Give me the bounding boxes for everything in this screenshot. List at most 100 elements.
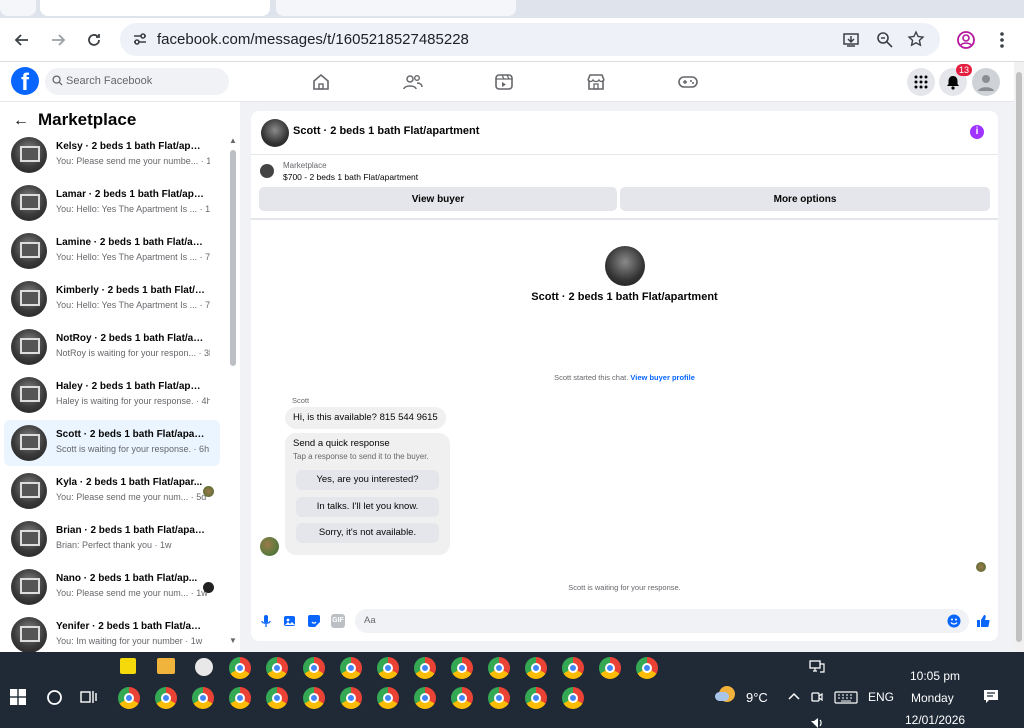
scroll-up-arrow-icon[interactable]: ▲ [229, 136, 237, 145]
conversation-item[interactable]: Kelsy · 2 beds 1 bath Flat/apart... You:… [4, 132, 220, 178]
chrome-icon[interactable] [488, 657, 510, 679]
chrome-icon[interactable] [229, 687, 251, 709]
emoji-icon[interactable] [947, 614, 961, 628]
sidebar-scroll-thumb[interactable] [230, 150, 236, 366]
chrome-icon[interactable] [451, 687, 473, 709]
conversation-item[interactable]: Haley · 2 beds 1 bath Flat/apart... Hale… [4, 372, 220, 418]
marketplace-icon[interactable] [585, 71, 607, 93]
listing-thumbnail[interactable] [260, 164, 274, 178]
page-scroll-thumb[interactable] [1016, 72, 1022, 642]
conversation-item[interactable]: Lamar · 2 beds 1 bath Flat/apart... You:… [4, 180, 220, 226]
quick-response-button[interactable]: In talks. I'll let you know. [296, 497, 439, 517]
conversation-item[interactable]: Brian · 2 beds 1 bath Flat/apart... Bria… [4, 516, 220, 562]
chrome-icon[interactable] [414, 687, 436, 709]
chrome-icon[interactable] [340, 657, 362, 679]
chat-title[interactable]: Scott · 2 beds 1 bath Flat/apartment [293, 125, 479, 137]
zoom-icon[interactable] [876, 31, 894, 49]
windows-start-icon[interactable] [10, 689, 26, 705]
chrome-icon[interactable] [377, 657, 399, 679]
buyer-avatar[interactable] [605, 246, 645, 286]
chrome-icon[interactable] [562, 687, 584, 709]
scroll-down-arrow-icon[interactable]: ▼ [229, 636, 237, 645]
bookmark-star-icon[interactable] [907, 30, 925, 48]
microphone-icon[interactable] [259, 614, 273, 628]
chevron-up-icon[interactable] [788, 692, 800, 700]
weather-moon-icon[interactable] [715, 686, 737, 706]
chrome-icon[interactable] [303, 687, 325, 709]
message-bubble[interactable]: Hi, is this available? 815 544 9615 [285, 407, 446, 429]
more-options-button[interactable]: More options [620, 187, 990, 211]
chrome-icon[interactable] [451, 657, 473, 679]
back-button[interactable] [10, 28, 34, 52]
gaming-icon[interactable] [677, 71, 699, 93]
chrome-icon[interactable] [192, 687, 214, 709]
network-icon[interactable] [809, 660, 825, 674]
sidebar-scrollbar[interactable]: ▲ ▼ [228, 136, 238, 648]
view-buyer-button[interactable]: View buyer [259, 187, 617, 211]
chrome-icon[interactable] [525, 657, 547, 679]
tab-inactive[interactable] [276, 0, 516, 16]
facebook-logo-icon[interactable]: f [11, 67, 39, 96]
language-indicator[interactable]: ENG [868, 690, 894, 704]
gif-icon[interactable]: GIF [331, 614, 345, 628]
chrome-icon[interactable] [266, 657, 288, 679]
chrome-icon[interactable] [488, 687, 510, 709]
task-view-icon[interactable] [80, 689, 98, 705]
chrome-icon[interactable] [599, 657, 621, 679]
chrome-icon[interactable] [340, 687, 362, 709]
site-settings-icon[interactable] [130, 29, 150, 49]
menu-grid-button[interactable] [907, 68, 935, 96]
chrome-icon[interactable] [155, 687, 177, 709]
conversation-item[interactable]: Kyla · 2 beds 1 bath Flat/apar... You: P… [4, 468, 220, 514]
quick-response-button[interactable]: Sorry, it's not available. [296, 523, 439, 543]
notification-center-icon[interactable] [983, 689, 999, 705]
photo-icon[interactable] [283, 614, 297, 628]
browser-menu-button[interactable] [990, 28, 1014, 52]
friends-icon[interactable] [402, 71, 424, 93]
conversation-item-selected[interactable]: Scott · 2 beds 1 bath Flat/apart... Scot… [4, 420, 220, 466]
conversation-item[interactable]: Yenifer · 2 beds 1 bath Flat/apa... You:… [4, 612, 220, 652]
message-input[interactable]: Aa [355, 609, 969, 633]
chrome-icon[interactable] [377, 687, 399, 709]
conversation-item[interactable]: Nano · 2 beds 1 bath Flat/ap... You: Ple… [4, 564, 220, 610]
forward-button[interactable] [46, 28, 70, 52]
paint-icon[interactable] [195, 658, 213, 676]
conversation-item[interactable]: Kimberly · 2 beds 1 bath Flat/a... You: … [4, 276, 220, 322]
conversation-item[interactable]: Lamine · 2 beds 1 bath Flat/apa... You: … [4, 228, 220, 274]
profile-button[interactable] [954, 28, 978, 52]
tab-partial[interactable] [0, 0, 36, 16]
sticky-notes-icon[interactable] [120, 658, 136, 674]
chrome-icon[interactable] [636, 657, 658, 679]
sticker-icon[interactable] [307, 614, 321, 628]
back-arrow-icon[interactable]: ← [13, 112, 29, 130]
install-app-icon[interactable] [842, 31, 860, 49]
quick-response-button[interactable]: Yes, are you interested? [296, 470, 439, 490]
chrome-icon[interactable] [414, 657, 436, 679]
home-icon[interactable] [310, 71, 332, 93]
chrome-icon[interactable] [562, 657, 584, 679]
speaker-icon[interactable] [810, 718, 824, 728]
weather-temperature[interactable]: 9°C [746, 690, 768, 705]
search-circle-icon[interactable] [46, 689, 63, 706]
listing-price[interactable]: $700 - 2 beds 1 bath Flat/apartment [283, 172, 418, 182]
info-icon[interactable]: i [970, 125, 984, 139]
meet-now-icon[interactable] [810, 689, 824, 705]
chrome-icon[interactable] [266, 687, 288, 709]
reload-button[interactable] [82, 28, 106, 52]
address-bar[interactable]: facebook.com/messages/t/1605218527485228 [120, 23, 940, 56]
account-avatar[interactable] [972, 68, 1000, 96]
clock-day[interactable]: Monday [911, 691, 954, 705]
tab-active[interactable] [40, 0, 270, 16]
view-buyer-profile-link[interactable]: View buyer profile [630, 373, 694, 382]
like-thumb-icon[interactable] [976, 614, 990, 628]
chrome-icon[interactable] [118, 687, 140, 709]
clock-date[interactable]: 12/01/2026 [905, 713, 965, 727]
chat-avatar[interactable] [261, 119, 289, 147]
chrome-icon[interactable] [229, 657, 251, 679]
video-icon[interactable] [493, 71, 515, 93]
file-explorer-icon[interactable] [157, 658, 175, 674]
keyboard-icon[interactable] [834, 691, 858, 704]
chrome-icon[interactable] [525, 687, 547, 709]
page-scrollbar[interactable] [1014, 62, 1024, 652]
conversation-item[interactable]: NotRoy · 2 beds 1 bath Flat/apa... NotRo… [4, 324, 220, 370]
